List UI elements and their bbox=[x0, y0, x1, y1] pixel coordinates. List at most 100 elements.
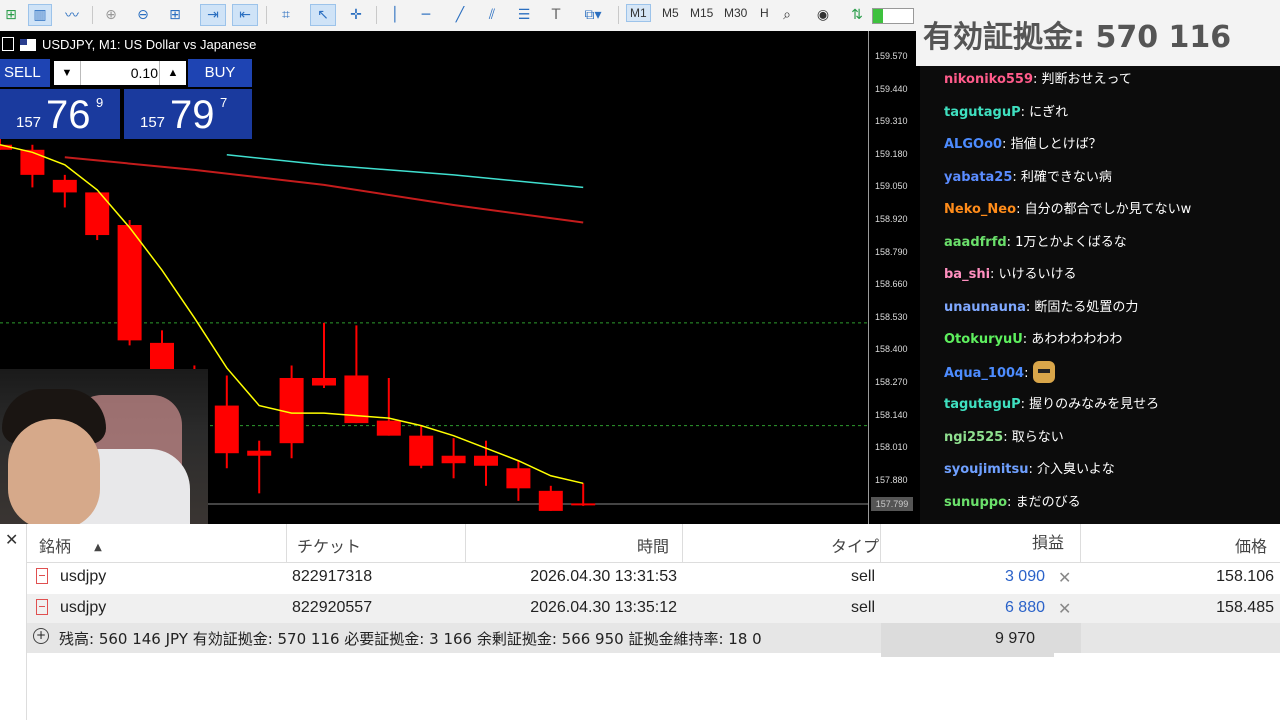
price-tick: 158.530 bbox=[875, 311, 908, 322]
chat-message: OtokuryuU: あわわわわわわ bbox=[944, 332, 1123, 347]
connection-bar bbox=[872, 8, 914, 24]
sell-button[interactable]: SELL bbox=[0, 59, 50, 87]
chat-text: 断固たる処置の力 bbox=[1034, 299, 1139, 315]
chart-shift-icon[interactable]: ⇤ bbox=[232, 4, 258, 26]
price-tick: 158.660 bbox=[875, 279, 908, 290]
chat-message: unaunauna: 断固たる処置の力 bbox=[944, 299, 1139, 315]
line-chart-icon[interactable]: 〰 bbox=[60, 4, 84, 26]
cursor-icon[interactable]: ↖ bbox=[310, 4, 336, 26]
price-tick: 158.400 bbox=[875, 344, 908, 355]
bar-chart-icon[interactable]: ▥ bbox=[28, 4, 52, 26]
grid-icon[interactable]: ⊞ bbox=[164, 4, 186, 26]
bid-price[interactable]: 157 76 9 bbox=[0, 89, 120, 139]
close-position-icon[interactable]: ✕ bbox=[1058, 599, 1071, 619]
vertical-line-icon[interactable]: │ bbox=[384, 4, 406, 26]
chat-username[interactable]: ba_shi bbox=[944, 267, 990, 282]
cell-price: 158.106 bbox=[1216, 568, 1274, 585]
chat-username[interactable]: yabata25 bbox=[944, 170, 1012, 185]
chat-username[interactable]: ngi2525 bbox=[944, 430, 1003, 445]
signal-icon[interactable]: ⇅ bbox=[846, 4, 868, 26]
price-tick: 158.270 bbox=[875, 377, 908, 387]
chat-username[interactable]: sunuppo bbox=[944, 495, 1007, 510]
chat-message: ngi2525: 取らない bbox=[944, 429, 1064, 445]
tf-h[interactable]: H bbox=[760, 6, 769, 20]
fibonacci-icon[interactable]: ☰ bbox=[512, 4, 536, 26]
lot-up-icon[interactable]: ▲ bbox=[159, 61, 186, 85]
chat-username[interactable]: nikoniko559 bbox=[944, 72, 1033, 87]
candle-body bbox=[247, 450, 272, 456]
bid-small: 157 bbox=[16, 114, 42, 131]
position-row[interactable]: usdjpy 822920557 2026.04.30 13:35:12 sell 6 … bbox=[27, 594, 1280, 624]
header-type[interactable]: タイプ bbox=[831, 533, 879, 557]
candle-body bbox=[312, 377, 336, 386]
candle-body bbox=[474, 455, 498, 466]
position-row[interactable]: usdjpy 822917318 2026.04.30 13:31:53 sell 3 … bbox=[27, 563, 1280, 593]
zoom-in-icon[interactable]: ⊕ bbox=[100, 4, 122, 26]
positions-header: 銘柄 ▲ チケット 時間 タイプ 損益 価格 bbox=[27, 524, 1280, 563]
equity-text: 有効証拠金: 570 116 bbox=[923, 20, 1232, 55]
lot-value[interactable]: 0.10 bbox=[131, 61, 158, 85]
toolbox-sidebar bbox=[0, 524, 27, 720]
cell-time: 2026.04.30 13:31:53 bbox=[530, 568, 677, 585]
chat-username[interactable]: aaadfrfd bbox=[944, 235, 1007, 250]
trend-line-icon[interactable]: ╱ bbox=[448, 4, 472, 26]
price-tick: 159.570 bbox=[875, 51, 908, 61]
ma-slow-line bbox=[226, 154, 584, 189]
candle-body bbox=[441, 455, 466, 464]
candle-body bbox=[150, 342, 174, 371]
chat-text: 自分の都合でしか見てないw bbox=[1024, 202, 1192, 217]
new-chart-icon[interactable]: ⊞ bbox=[0, 4, 22, 26]
header-time[interactable]: 時間 bbox=[637, 533, 669, 557]
candle-body bbox=[214, 405, 239, 454]
tf-m30[interactable]: M30 bbox=[724, 6, 747, 20]
channel-icon[interactable]: ⫽ bbox=[480, 4, 504, 26]
account-icon[interactable]: ◉ bbox=[812, 4, 834, 26]
emote-icon bbox=[1032, 360, 1055, 383]
crosshair-icon[interactable]: ✛ bbox=[344, 4, 368, 26]
screenshot-icon[interactable]: ⌗ bbox=[274, 4, 298, 26]
header-symbol[interactable]: 銘柄 ▲ bbox=[39, 533, 102, 557]
cell-ticket: 822917318 bbox=[292, 568, 373, 585]
lot-down-icon[interactable]: ▼ bbox=[54, 61, 81, 85]
price-tick: 159.050 bbox=[875, 181, 908, 192]
chat-username[interactable]: ALGOo0 bbox=[944, 137, 1002, 152]
chat-text: 判断おせえって bbox=[1041, 72, 1132, 87]
search-icon[interactable]: ⌕ bbox=[776, 4, 798, 26]
ask-price[interactable]: 157 79 7 bbox=[124, 89, 252, 139]
autoscroll-icon[interactable]: ⇥ bbox=[200, 4, 226, 26]
horizontal-line-icon[interactable]: ─ bbox=[414, 4, 438, 26]
bid-pip: 9 bbox=[96, 95, 104, 110]
chat-message: ba_shi: いけるいける bbox=[944, 267, 1077, 282]
close-position-icon[interactable]: ✕ bbox=[1058, 568, 1071, 588]
chat-username[interactable]: tagutaguP bbox=[944, 397, 1021, 412]
tf-m5[interactable]: M5 bbox=[662, 6, 679, 20]
current-price-label: 157.799 bbox=[871, 497, 913, 511]
ask-big: 79 bbox=[170, 93, 215, 137]
buy-button[interactable]: BUY bbox=[188, 59, 252, 87]
chat-username[interactable]: OtokuryuU bbox=[944, 332, 1023, 347]
candle-body bbox=[409, 435, 434, 466]
total-profit: 9 970 bbox=[995, 630, 1036, 647]
tf-m15[interactable]: M15 bbox=[690, 6, 713, 20]
shapes-icon[interactable]: ⧉▾ bbox=[576, 4, 610, 26]
expand-icon[interactable]: + bbox=[33, 628, 49, 644]
chat-username[interactable]: tagutaguP bbox=[944, 105, 1021, 120]
zoom-out-icon[interactable]: ⊖ bbox=[132, 4, 154, 26]
chat-username[interactable]: Neko_Neo bbox=[944, 202, 1016, 217]
header-ticket[interactable]: チケット bbox=[297, 533, 361, 557]
lot-size-field[interactable]: ▼ 0.10 ▲ bbox=[54, 61, 186, 85]
chat-username[interactable]: syoujimitsu bbox=[944, 462, 1029, 477]
chat-text: いけるいける bbox=[998, 267, 1077, 282]
chat-username[interactable]: Aqua_1004 bbox=[944, 366, 1024, 381]
tf-m1[interactable]: M1 bbox=[626, 4, 651, 22]
chat-message: tagutaguP: にぎれ bbox=[944, 104, 1069, 120]
header-profit[interactable]: 損益 bbox=[1032, 529, 1064, 553]
flag-icon bbox=[20, 39, 36, 51]
close-icon[interactable]: ✕ bbox=[5, 530, 18, 549]
chat-text: あわわわわわわ bbox=[1031, 332, 1123, 347]
chat-username[interactable]: unaunauna bbox=[944, 300, 1026, 315]
text-icon[interactable]: T bbox=[544, 4, 568, 26]
header-price[interactable]: 価格 bbox=[1235, 533, 1267, 557]
menu-icon[interactable] bbox=[2, 37, 14, 51]
chart-title-bar: USDJPY, M1: US Dollar vs Japanese bbox=[0, 34, 868, 56]
